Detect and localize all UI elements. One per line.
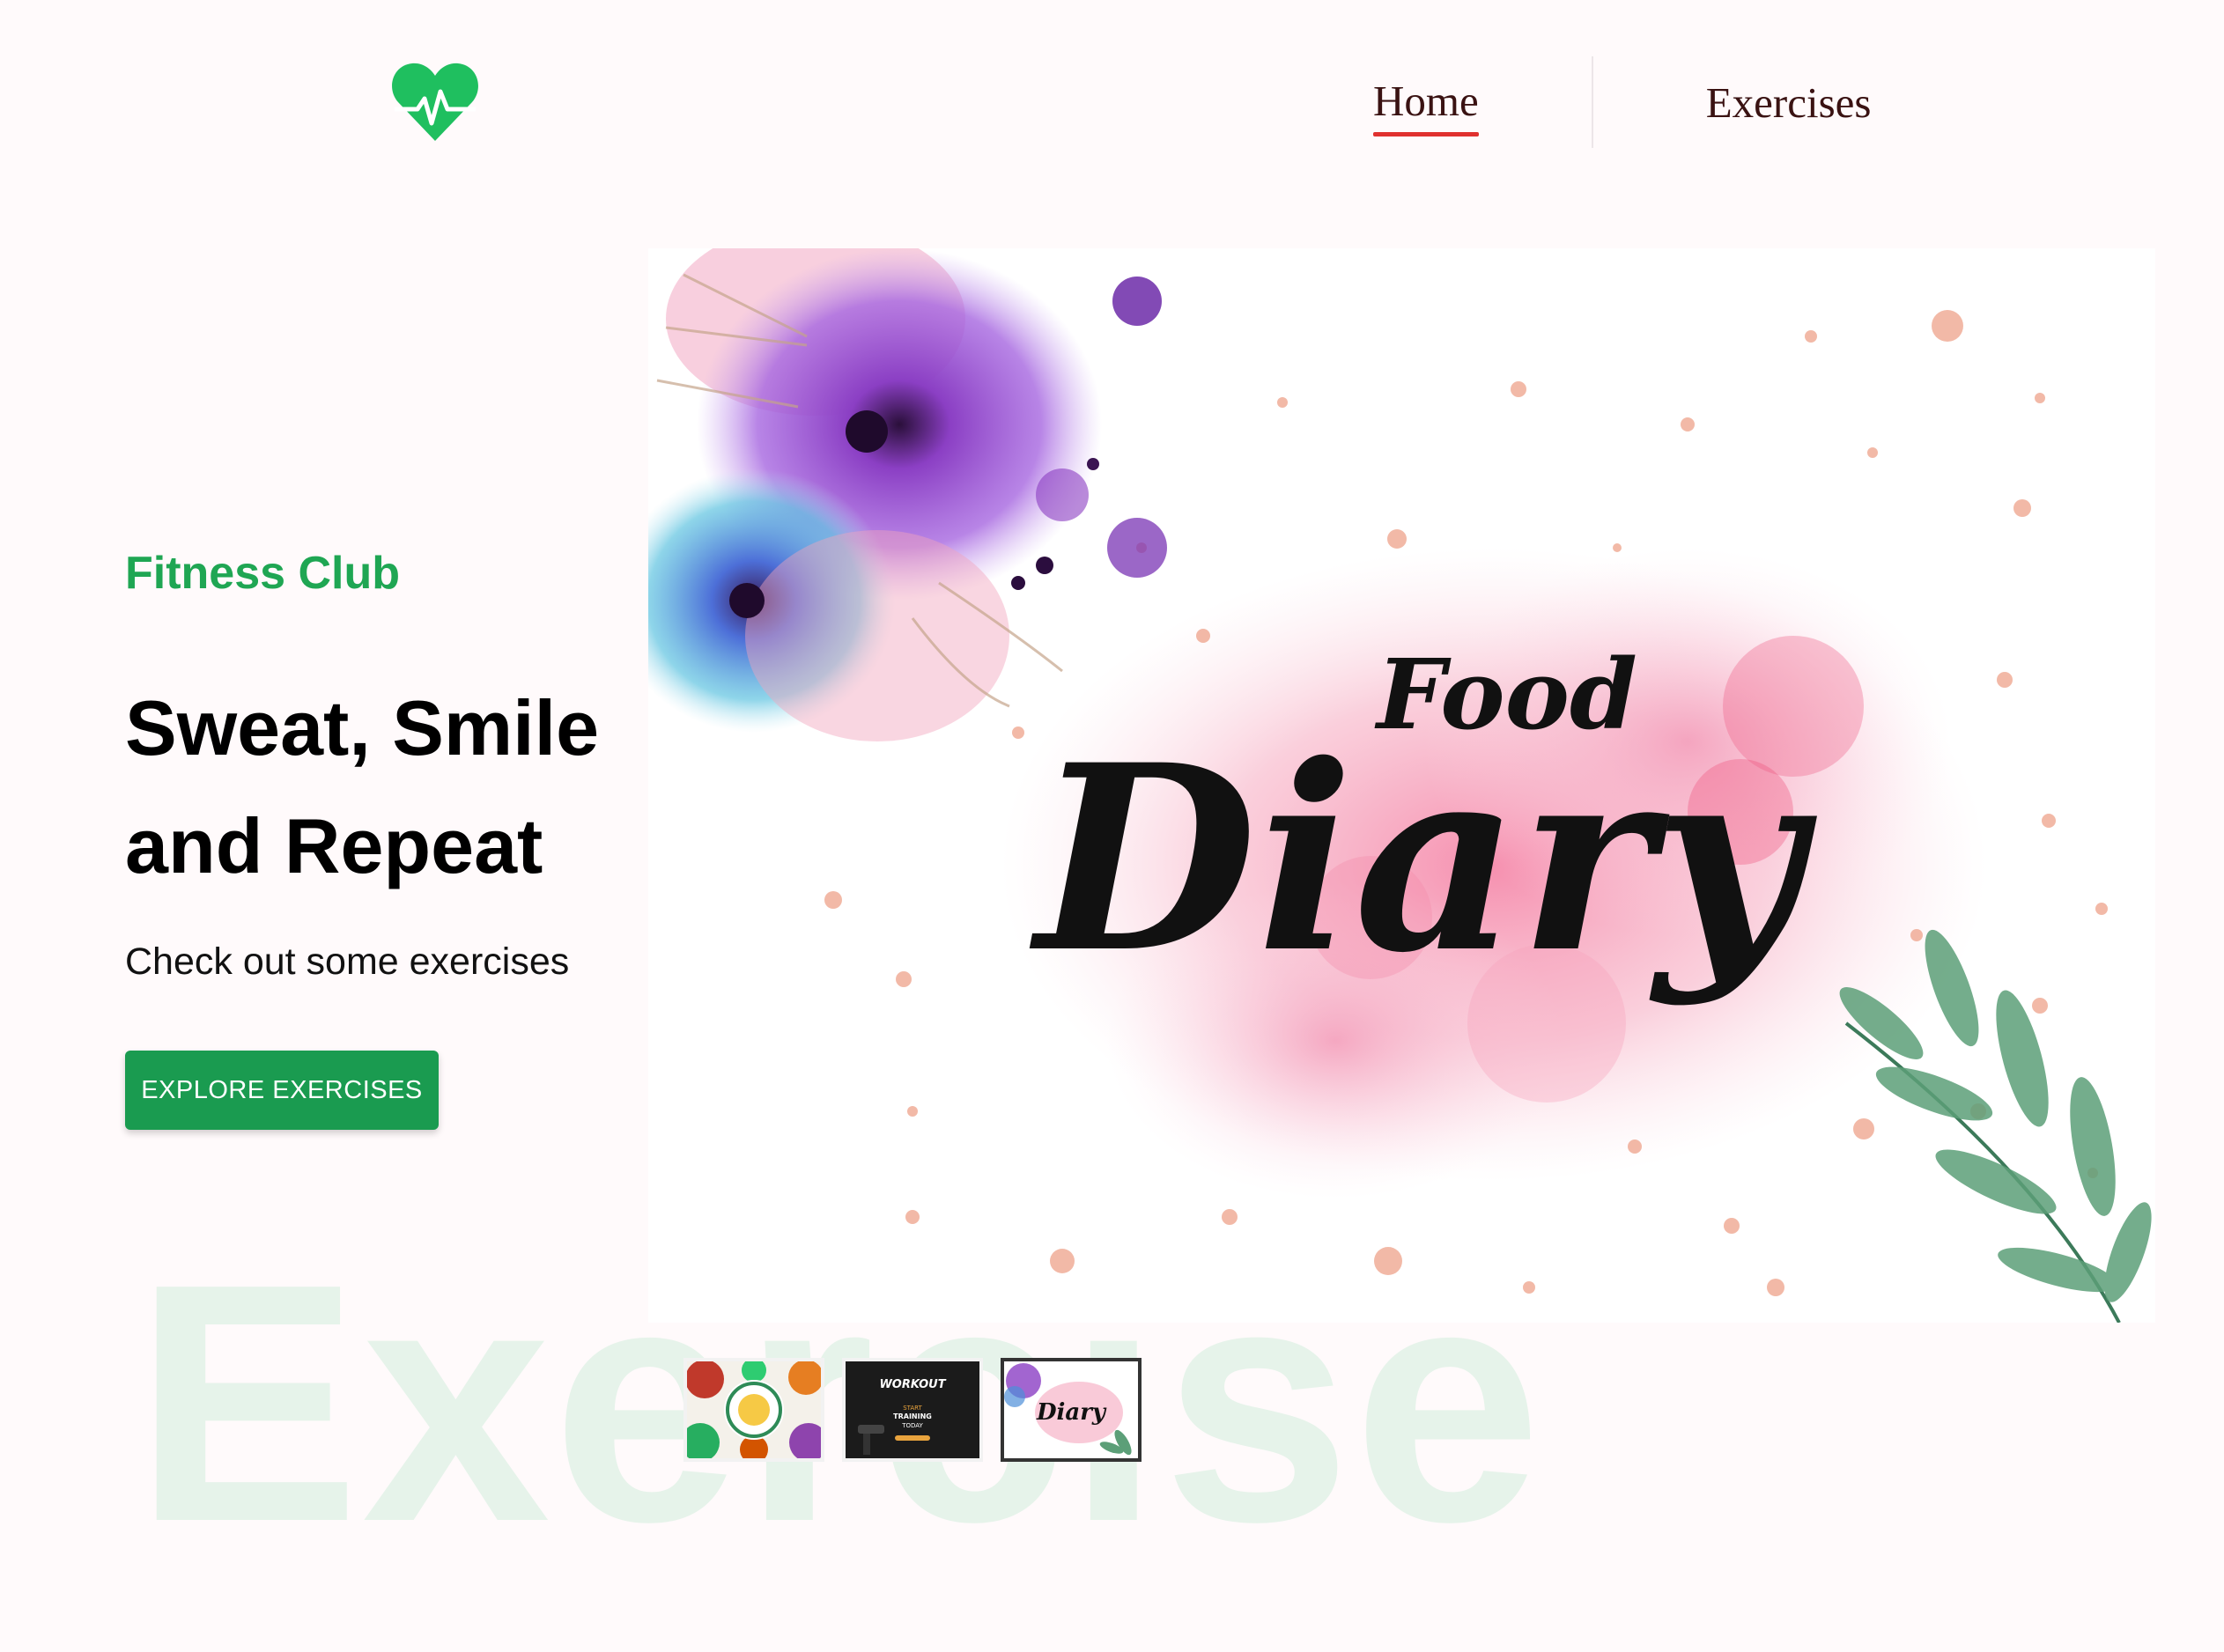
svg-text:TODAY: TODAY [901, 1422, 923, 1429]
nav-exercises-link[interactable]: Exercises [1706, 77, 1872, 128]
food-diary-banner: Food Diary [648, 248, 2155, 1323]
workout-thumbnail[interactable]: WORKOUT START TRAINING TODAY [842, 1358, 983, 1462]
svg-text:Diary: Diary [1036, 1399, 1107, 1426]
nav-divider [1591, 56, 1593, 148]
heart-pulse-icon[interactable] [391, 60, 479, 143]
thumbnail-strip: WORKOUT START TRAINING TODAY Diary [683, 1358, 1142, 1462]
main-nav: Home Exercises [1321, 56, 1872, 148]
svg-text:START: START [903, 1405, 922, 1412]
hero-subtext: Check out some exercises [125, 940, 570, 983]
food-diary-thumbnail[interactable]: Diary [1001, 1358, 1142, 1462]
healthy-food-thumbnail[interactable] [683, 1358, 824, 1462]
explore-exercises-button[interactable]: EXPLORE EXERCISES [125, 1051, 439, 1130]
svg-text:WORKOUT: WORKOUT [879, 1378, 946, 1391]
nav-home-link[interactable]: Home [1373, 76, 1479, 136]
hero-headline: Sweat, Smile and Repeat [125, 684, 600, 889]
banner-title-large: Diary [1028, 710, 1818, 1009]
svg-text:TRAINING: TRAINING [893, 1412, 932, 1420]
hero-kicker: Fitness Club [125, 548, 401, 599]
